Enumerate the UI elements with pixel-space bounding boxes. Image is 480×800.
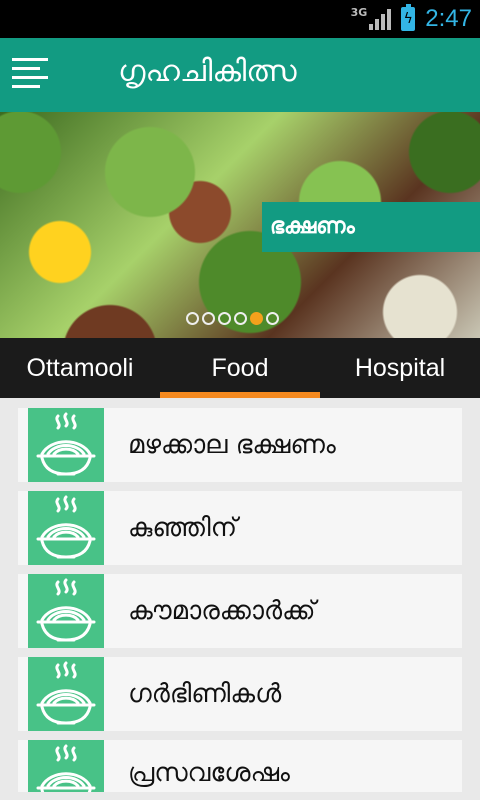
banner-carousel[interactable]: ഭക്ഷണം [0,112,480,338]
carousel-dot[interactable] [186,312,199,325]
list-item-label: മഴക്കാല ഭക്ഷണം [128,429,336,460]
list-item-label: കുഞ്ഞിന് [128,512,238,543]
list-item[interactable]: പ്രസവശേഷം [18,740,462,792]
hamburger-menu-icon[interactable] [12,58,48,92]
carousel-dot-active[interactable] [250,312,263,325]
network-type: 3G [350,6,368,19]
food-bowl-icon [28,574,104,648]
food-bowl-icon [28,408,104,482]
carousel-dot[interactable] [218,312,231,325]
tab-food[interactable]: Food [160,338,320,398]
food-bowl-icon [28,657,104,731]
category-tabs: Ottamooli Food Hospital [0,338,480,398]
banner-tag: ഭക്ഷണം [262,202,480,252]
status-time: 2:47 [425,5,472,32]
tab-ottamooli[interactable]: Ottamooli [0,338,160,398]
carousel-dot[interactable] [234,312,247,325]
list-item-label: കൗമാരക്കാർക്ക് [128,595,316,626]
list-item-label: ഗർഭിണികൾ [128,678,282,709]
carousel-dot[interactable] [266,312,279,325]
list-item-label: പ്രസവശേഷം [128,758,290,788]
food-list: മഴക്കാല ഭക്ഷണം കുഞ്ഞിന് കൗമാരക്കാർക്ക് ഗ… [18,408,462,800]
list-item[interactable]: കുഞ്ഞിന് [18,491,462,565]
status-bar: 3G ϟ 2:47 [0,0,480,38]
app-title: ഗൃഹചികിത്സ [118,54,297,89]
list-item[interactable]: കൗമാരക്കാർക്ക് [18,574,462,648]
carousel-dot[interactable] [202,312,215,325]
food-bowl-icon [28,740,104,792]
app-bar: ഗൃഹചികിത്സ [0,38,480,112]
signal-icon [369,8,392,30]
tab-hospital[interactable]: Hospital [320,338,480,398]
list-item[interactable]: ഗർഭിണികൾ [18,657,462,731]
battery-charging-icon: ϟ [401,4,416,31]
carousel-indicators [186,312,279,325]
food-bowl-icon [28,491,104,565]
list-item[interactable]: മഴക്കാല ഭക്ഷണം [18,408,462,482]
